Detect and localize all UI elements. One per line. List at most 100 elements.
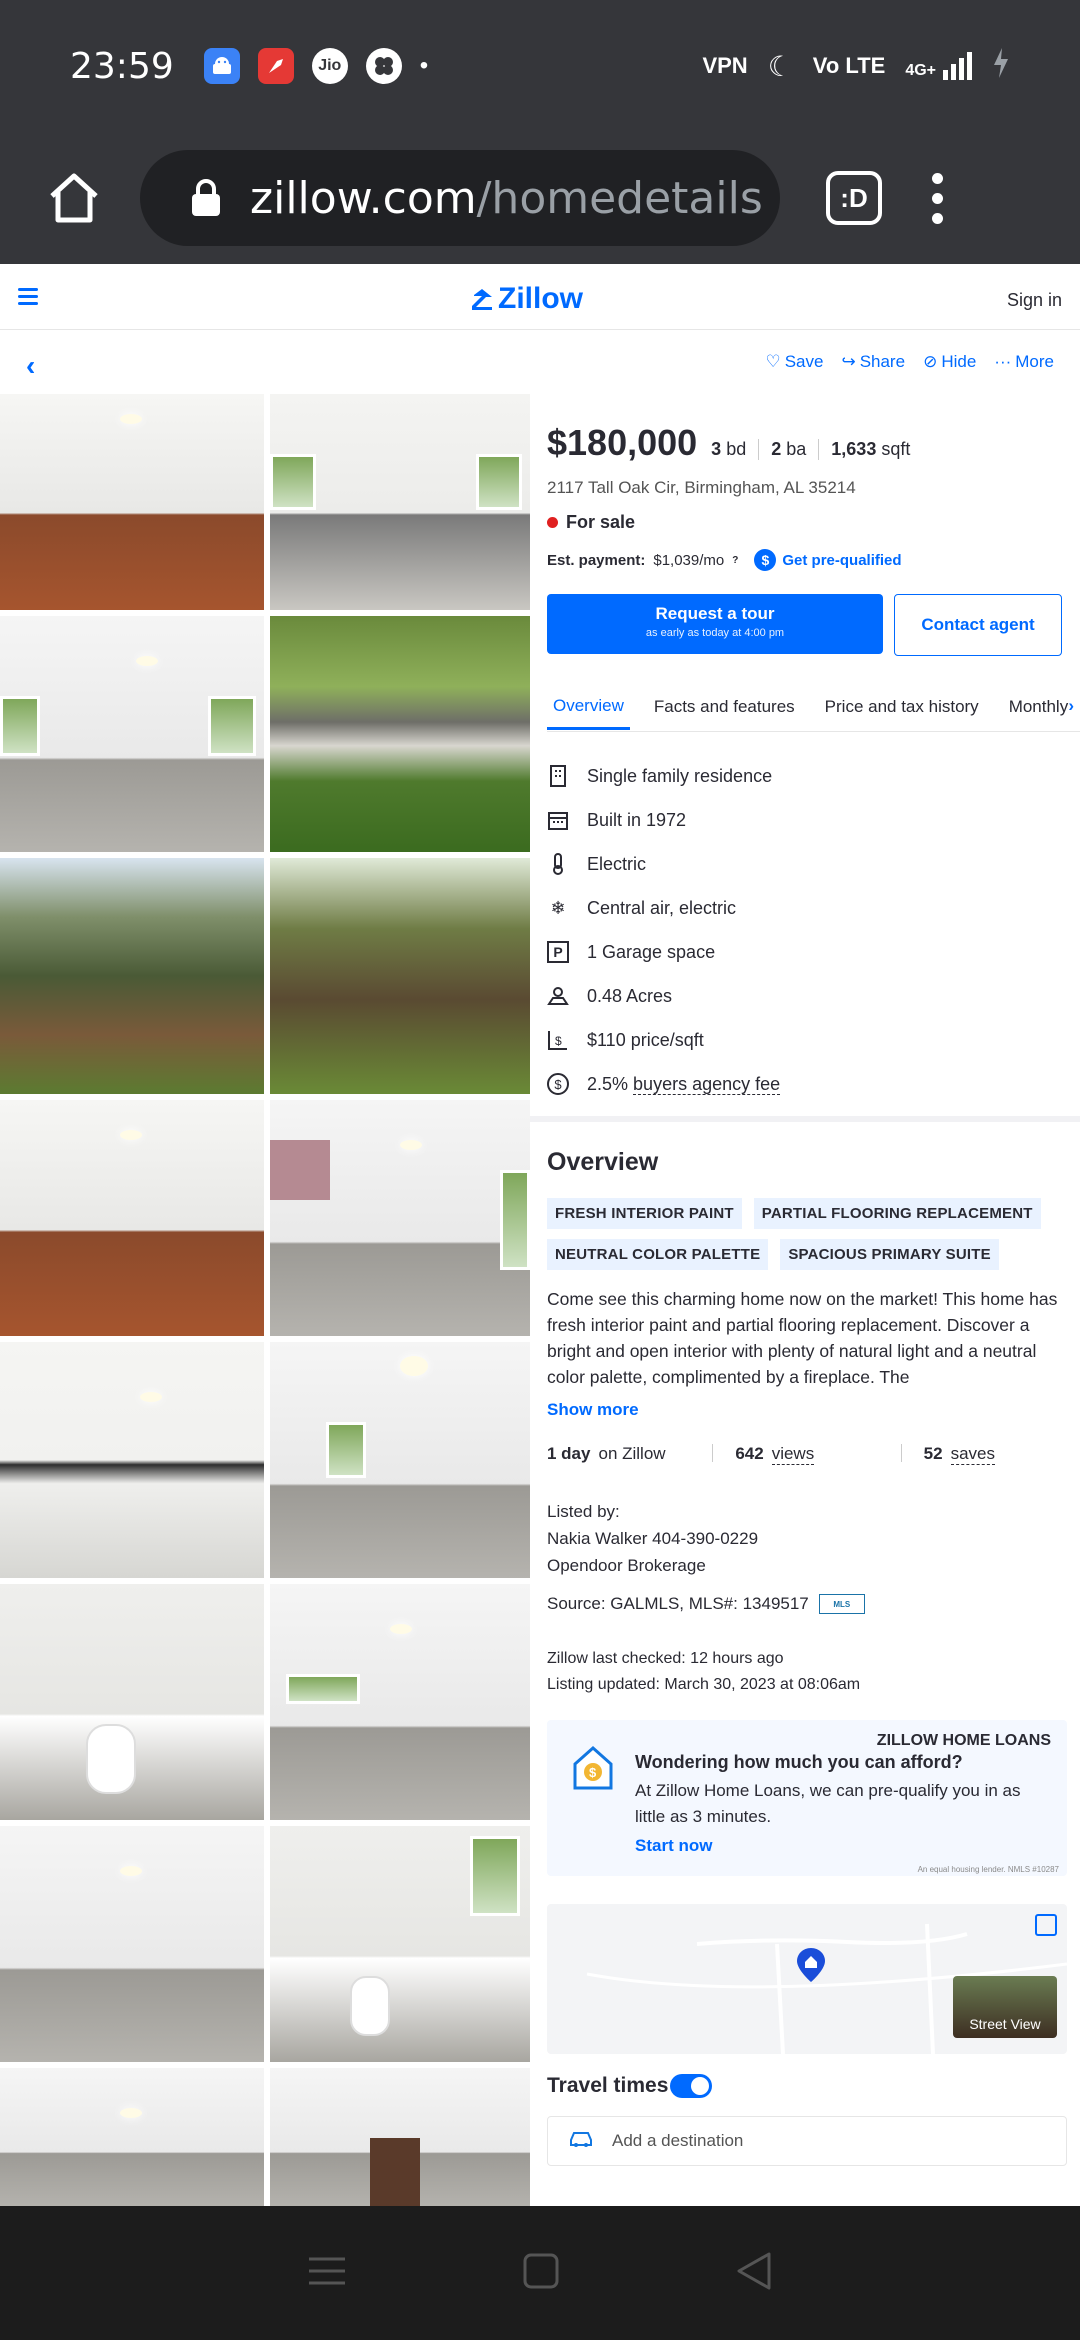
details-tabs: Overview Facts and features Price and ta…: [547, 684, 1080, 732]
building-icon: [547, 765, 569, 787]
listing-photo[interactable]: [0, 1826, 264, 2062]
home-nav-button[interactable]: [522, 2252, 560, 2295]
listing-photo[interactable]: [0, 1584, 264, 1820]
tab-monthly[interactable]: Monthly: [1003, 684, 1075, 730]
volte-icon: Vo LTE: [812, 53, 886, 78]
source-info: Source: GALMLS, MLS#: 1349517 MLS: [547, 1594, 865, 1614]
contact-agent-button[interactable]: Contact agent: [894, 594, 1062, 656]
thermometer-icon: [547, 853, 569, 875]
info-icon[interactable]: ?: [732, 555, 738, 566]
back-nav-button[interactable]: [735, 2251, 773, 2296]
listing-photo[interactable]: [270, 2068, 530, 2206]
listing-photo[interactable]: [0, 394, 264, 610]
sign-in-link[interactable]: Sign in: [1007, 290, 1062, 311]
chevron-right-icon[interactable]: ›: [1068, 696, 1074, 716]
share-icon: ↪: [841, 352, 856, 371]
share-button[interactable]: ↪ Share: [841, 352, 905, 372]
street-view-button[interactable]: Street View: [953, 1976, 1057, 2038]
heart-icon: ♡: [765, 352, 781, 371]
listing-photo[interactable]: [0, 1100, 264, 1336]
menu-icon[interactable]: [18, 288, 38, 309]
travel-times: Travel times: [547, 2074, 713, 2098]
listing-timestamps: Zillow last checked: 12 hours ago Listin…: [547, 1650, 861, 1693]
snowflake-icon: ❄: [550, 897, 566, 918]
jio-icon: Jio: [311, 48, 348, 84]
expand-map-icon[interactable]: [1035, 1914, 1057, 1936]
site-header: Zillow Sign in: [0, 270, 1080, 330]
saves-count[interactable]: 52 saves: [924, 1444, 1067, 1465]
svg-text:$: $: [555, 1034, 562, 1048]
more-button[interactable]: ··· More: [994, 352, 1054, 372]
browser-toolbar: zillow.com/homedetails :D: [0, 132, 1080, 264]
listing-photo[interactable]: [270, 1826, 530, 2062]
add-destination-button[interactable]: Add a destination: [547, 2116, 1067, 2166]
mls-logo: MLS: [818, 1594, 865, 1614]
home-icon: [50, 173, 98, 223]
tab-facts-features[interactable]: Facts and features: [648, 684, 801, 730]
system-nav-bar: [0, 2206, 1080, 2340]
highlight-chip: PARTIAL FLOORING REPLACEMENT: [753, 1198, 1041, 1229]
list-item: $ $110 price/sqft: [547, 1018, 780, 1062]
calendar-icon: [547, 809, 569, 831]
status-bar: 23:59 Jio • VPN ☾ Vo LTE 4G+: [0, 0, 1080, 132]
views-count[interactable]: 642 views: [735, 1444, 878, 1465]
agent-info: Nakia Walker 404-390-0229: [547, 1529, 759, 1548]
vpn-icon: VPN: [702, 53, 748, 78]
android-icon: [203, 48, 240, 84]
list-item: ❄ Central air, electric: [547, 886, 780, 930]
hide-icon: ⊘: [923, 352, 938, 371]
more-dots-icon: ···: [994, 352, 1012, 371]
url-bar[interactable]: zillow.com/homedetails: [140, 150, 780, 246]
listing-photo[interactable]: [270, 858, 530, 1094]
recent-apps-button[interactable]: [307, 2253, 347, 2294]
zillow-logo[interactable]: Zillow: [470, 282, 583, 316]
list-item: Single family residence: [547, 754, 780, 798]
status-dot-icon: [547, 517, 558, 528]
brokerage: Opendoor Brokerage: [547, 1556, 706, 1575]
svg-text:$: $: [589, 1765, 597, 1780]
home-button[interactable]: [38, 162, 110, 234]
back-chevron-icon[interactable]: ‹: [26, 350, 35, 382]
tab-price-tax-history[interactable]: Price and tax history: [819, 684, 985, 730]
listing-photo[interactable]: [0, 858, 264, 1094]
location-map[interactable]: Street View: [547, 1904, 1067, 2054]
map-pin-icon: [797, 1948, 825, 1982]
url-text: zillow.com/homedetails: [250, 172, 763, 224]
overview-heading: Overview: [547, 1148, 659, 1176]
back-triangle-icon: [737, 2252, 771, 2289]
tab-overview[interactable]: Overview: [547, 684, 630, 730]
listing-photo[interactable]: [270, 394, 530, 610]
start-now-link[interactable]: Start now: [635, 1836, 712, 1856]
days-on-zillow: 1 day on Zillow: [547, 1444, 666, 1463]
fan-icon: [365, 48, 402, 84]
price-sqft-icon: $: [547, 1029, 569, 1051]
divider: [530, 1116, 1080, 1122]
status-time: 23:59: [70, 45, 174, 87]
get-prequalified-link[interactable]: $ Get pre-qualified: [754, 549, 902, 571]
zillow-logo-icon: [472, 289, 492, 310]
lot-icon: [547, 985, 569, 1007]
list-item: 0.48 Acres: [547, 974, 780, 1018]
listing-photo[interactable]: [270, 1100, 530, 1336]
browser-menu-button[interactable]: [932, 172, 943, 224]
listing-photo[interactable]: [270, 1342, 530, 1578]
listing-photo[interactable]: [270, 616, 530, 852]
moon-icon: ☾: [767, 50, 793, 82]
travel-times-toggle[interactable]: [670, 2074, 713, 2098]
listing-photo[interactable]: [0, 2068, 264, 2206]
save-button[interactable]: ♡ Save: [765, 352, 823, 372]
show-more-link[interactable]: Show more: [547, 1400, 639, 1420]
facts-list: Single family residence Built in 1972 El…: [547, 754, 781, 1106]
request-tour-button[interactable]: Request a tour as early as today at 4:00…: [547, 594, 883, 654]
tab-switcher-button[interactable]: :D: [826, 171, 882, 225]
listing-photo[interactable]: [270, 1584, 530, 1820]
highlight-chip: FRESH INTERIOR PAINT: [547, 1198, 742, 1229]
status-badge: For sale: [547, 512, 635, 533]
listing-action-bar: ‹ ♡ Save ↪ Share ⊘ Hide ··· More: [0, 332, 1080, 392]
buyers-agency-fee-link[interactable]: buyers agency fee: [633, 1073, 781, 1095]
hide-button[interactable]: ⊘ Hide: [923, 352, 976, 372]
listing-photo[interactable]: [0, 616, 264, 852]
listing-price: $180,000: [547, 422, 698, 463]
listing-photo[interactable]: [0, 1342, 264, 1578]
listing-details-panel: $180,000 3 bd 2 ba 1,633 sqft 2117 Tall …: [530, 394, 1080, 2206]
